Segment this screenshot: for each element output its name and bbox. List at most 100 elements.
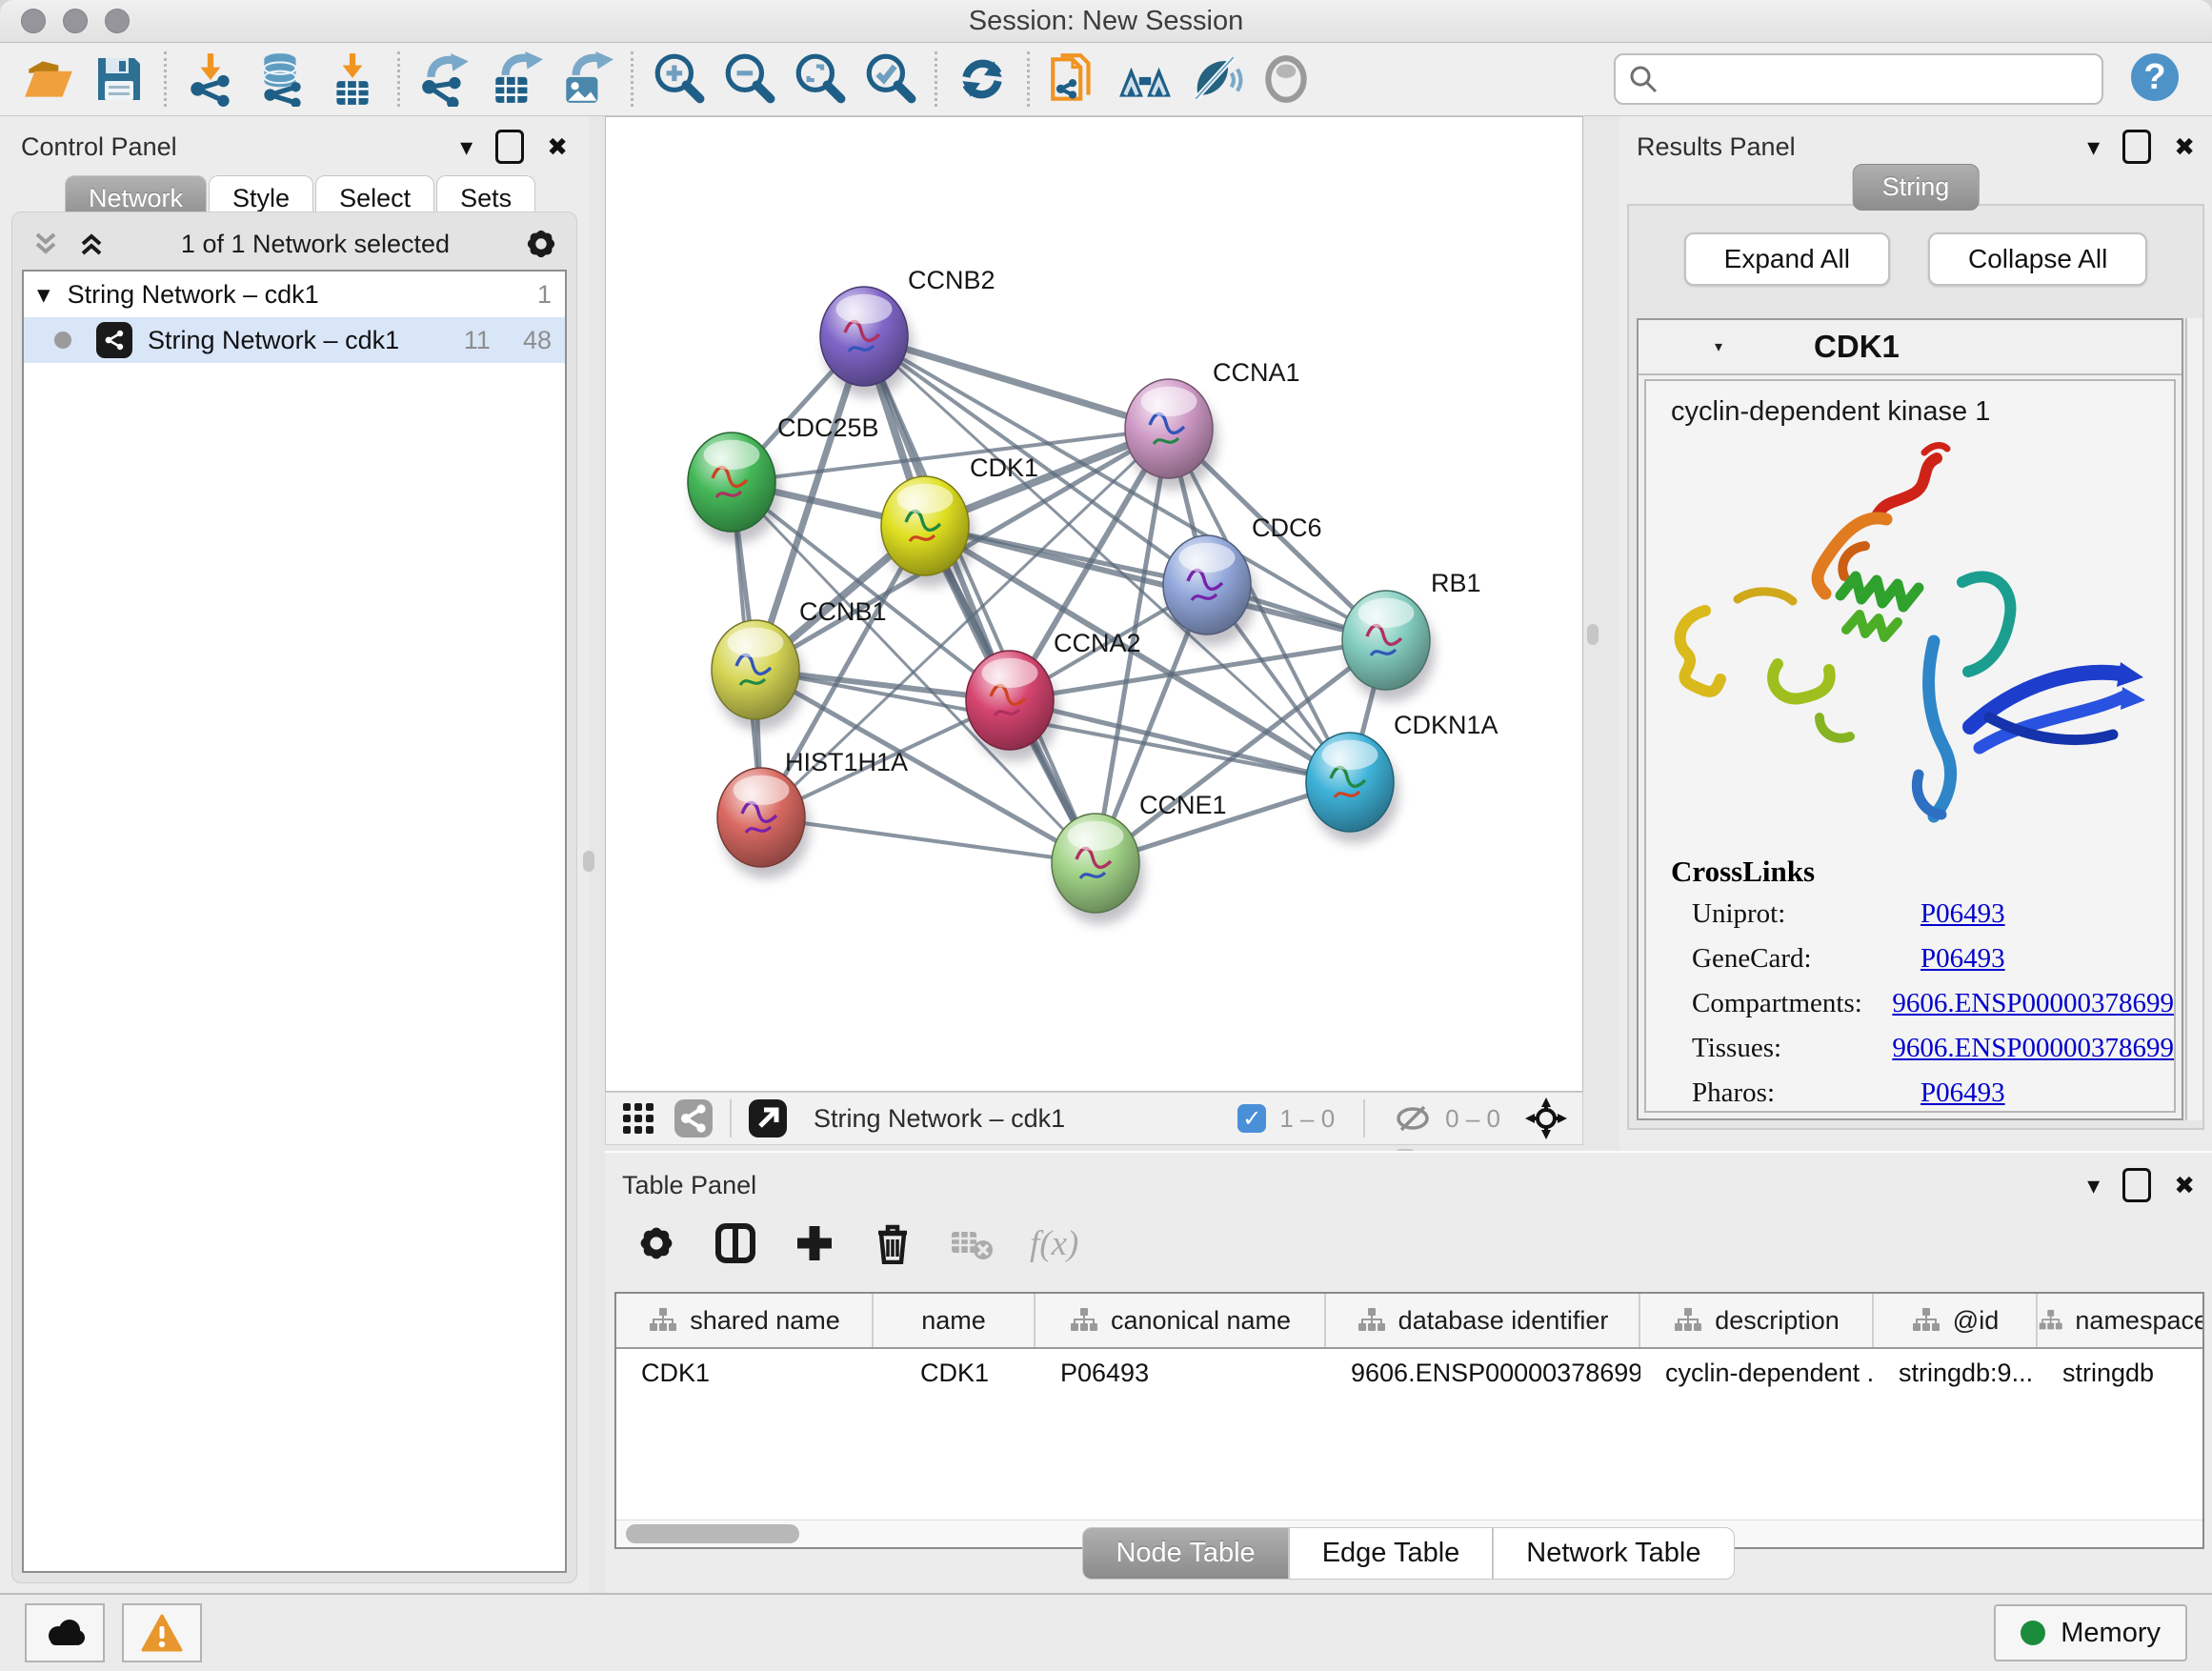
fit-selected-crosshair-icon[interactable] (1523, 1096, 1569, 1141)
show-columns-icon[interactable] (714, 1221, 757, 1265)
column-header-database-identifier[interactable]: database identifier (1326, 1294, 1640, 1347)
export-image-button[interactable] (551, 48, 621, 111)
search-field[interactable] (1614, 53, 2103, 105)
network-options-gear-icon[interactable] (523, 226, 559, 262)
cell-canonical-name[interactable]: P06493 (1036, 1359, 1326, 1388)
close-panel-icon[interactable]: ✖ (2174, 1173, 2195, 1198)
network-canvas[interactable]: CCNB2CCNA1CDC25BCDK1CDC6RB1CCNB1CCNA2CDK… (605, 116, 1583, 1092)
refresh-button[interactable] (947, 48, 1017, 111)
tissues-link[interactable]: 9606.ENSP00000378699 (1892, 1033, 2174, 1064)
save-session-button[interactable] (84, 48, 154, 111)
table-options-gear-icon[interactable] (635, 1222, 677, 1264)
open-folder-icon (21, 51, 76, 107)
pharos-link[interactable]: P06493 (1920, 1077, 2005, 1109)
string-document-button[interactable] (1039, 48, 1110, 111)
close-panel-icon[interactable]: ✖ (2174, 134, 2195, 159)
node-label: CCNA1 (1213, 358, 1300, 387)
add-column-icon[interactable] (794, 1222, 835, 1264)
cell-name[interactable]: CDK1 (874, 1359, 1036, 1388)
hide-glass-ball-button[interactable] (1180, 48, 1251, 111)
column-header-shared-name[interactable]: shared name (616, 1294, 874, 1347)
float-panel-icon[interactable] (2122, 130, 2151, 164)
float-panel-icon[interactable] (495, 130, 524, 164)
network-node-rb1[interactable]: RB1 (1342, 569, 1481, 701)
cell-description[interactable]: cyclin-dependent ... (1640, 1359, 1874, 1388)
open-view-window-icon[interactable] (747, 1097, 789, 1139)
node-label: CDC25B (777, 413, 879, 442)
expand-all-icon[interactable] (75, 229, 108, 259)
title-bar: Session: New Session (0, 0, 2212, 43)
panel-menu-icon[interactable]: ▾ (2087, 134, 2100, 159)
close-panel-icon[interactable]: ✖ (547, 134, 568, 159)
network-edge (925, 526, 1386, 640)
gene-collapse-icon[interactable]: ▾ (1715, 337, 1722, 356)
memory-button[interactable]: Memory (1994, 1604, 2187, 1661)
open-session-button[interactable] (13, 48, 84, 111)
birdseye-view-icon[interactable] (619, 1099, 657, 1137)
column-header-id[interactable]: @id (1874, 1294, 2038, 1347)
right-splitter-handle[interactable] (1587, 624, 1599, 645)
zoom-selected-button[interactable] (855, 48, 925, 111)
compartments-link[interactable]: 9606.ENSP00000378699 (1892, 988, 2174, 1019)
network-node-cdc6[interactable]: CDC6 (1163, 513, 1322, 646)
network-node-hist1h1a[interactable]: HIST1H1A (717, 748, 908, 878)
float-panel-icon[interactable] (2122, 1168, 2151, 1202)
cell-namespace[interactable]: stringdb (2038, 1359, 2204, 1388)
export-network-button[interactable] (410, 48, 480, 111)
help-icon: ? (2128, 50, 2182, 104)
string-results-tab[interactable]: String (1853, 164, 1980, 211)
results-scrollbar[interactable] (2185, 318, 2202, 1120)
panel-menu-icon[interactable]: ▾ (460, 134, 473, 159)
import-database-button[interactable] (247, 48, 317, 111)
tab-network-table[interactable]: Network Table (1493, 1527, 1734, 1580)
panel-menu-icon[interactable]: ▾ (2087, 1173, 2100, 1198)
expand-all-button[interactable]: Expand All (1684, 232, 1890, 286)
search-input[interactable] (1659, 64, 2090, 95)
toolbar-separator (1027, 51, 1030, 107)
cell-database-identifier[interactable]: 9606.ENSP00000378699 (1326, 1359, 1640, 1388)
network-collection-row[interactable]: ▾ String Network – cdk1 1 (24, 272, 565, 317)
crosslink-label: Pharos: (1692, 1077, 1920, 1109)
function-builder-icon[interactable]: f(x) (1030, 1223, 1078, 1264)
zoom-out-button[interactable] (714, 48, 784, 111)
tab-node-table[interactable]: Node Table (1082, 1527, 1288, 1580)
column-header-name[interactable]: name (874, 1294, 1036, 1347)
table-row[interactable]: CDK1 CDK1 P06493 9606.ENSP00000378699 cy… (616, 1349, 2202, 1397)
import-network-button[interactable] (176, 48, 247, 111)
node-table: shared name name canonical name database… (614, 1292, 2204, 1549)
cloud-status-button[interactable] (25, 1603, 105, 1662)
cell-id[interactable]: stringdb:9... (1874, 1359, 2038, 1388)
column-header-namespace[interactable]: namespace (2038, 1294, 2204, 1347)
network-node-ccnb1[interactable]: CCNB1 (712, 597, 887, 731)
collapse-all-button[interactable]: Collapse All (1928, 232, 2147, 286)
tab-edge-table[interactable]: Edge Table (1289, 1527, 1494, 1580)
network-node-ccne1[interactable]: CCNE1 (1052, 791, 1227, 924)
help-button[interactable]: ? (2128, 50, 2182, 109)
network-node-cdkn1a[interactable]: CDKN1A (1306, 711, 1498, 843)
column-header-description[interactable]: description (1640, 1294, 1874, 1347)
cell-shared-name[interactable]: CDK1 (616, 1359, 874, 1388)
import-table-button[interactable] (317, 48, 388, 111)
network-edge (864, 336, 1096, 863)
tree-expand-icon[interactable]: ▾ (37, 280, 50, 310)
delete-column-icon[interactable] (872, 1222, 914, 1264)
export-table-button[interactable] (480, 48, 551, 111)
memory-status-dot (2021, 1621, 2045, 1645)
delete-table-icon[interactable] (950, 1224, 994, 1262)
zoom-fit-button[interactable] (784, 48, 855, 111)
genecard-link[interactable]: P06493 (1920, 943, 2005, 975)
network-graph[interactable]: CCNB2CCNA1CDC25BCDK1CDC6RB1CCNB1CCNA2CDK… (606, 117, 1582, 1091)
binoculars-button[interactable] (1110, 48, 1180, 111)
show-glass-ball-button[interactable] (1251, 48, 1321, 111)
network-row-selected[interactable]: String Network – cdk1 11 48 (24, 317, 565, 363)
collapse-all-icon[interactable] (30, 229, 62, 259)
column-header-canonical-name[interactable]: canonical name (1036, 1294, 1326, 1347)
uniprot-link[interactable]: P06493 (1920, 898, 2005, 930)
left-splitter-handle[interactable] (583, 851, 594, 872)
view-share-icon[interactable] (673, 1097, 714, 1139)
warnings-button[interactable] (122, 1603, 202, 1662)
table-panel-title: Table Panel (622, 1171, 756, 1200)
zoom-in-button[interactable] (643, 48, 714, 111)
hidden-elements-eye-icon[interactable] (1394, 1099, 1432, 1137)
selected-nodes-checkbox[interactable]: ✓ (1237, 1104, 1266, 1133)
